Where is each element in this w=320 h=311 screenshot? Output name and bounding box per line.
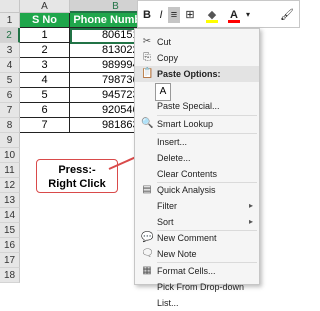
- align-center-button[interactable]: ≡: [168, 7, 180, 23]
- table-cell-sno[interactable]: 5: [20, 88, 70, 103]
- row-header[interactable]: 16: [0, 238, 20, 253]
- menu-item-quick-analysis[interactable]: ▤ Quick Analysis: [135, 182, 259, 198]
- menu-item-label: Sort: [157, 217, 174, 227]
- row-header[interactable]: 18: [0, 268, 20, 283]
- callout-line-2: Right Click: [48, 178, 106, 190]
- format-cells-icon: ▦: [142, 265, 152, 276]
- mini-toolbar: B I ≡ ⊞ ◆ A ▾ 🖌: [137, 0, 300, 28]
- table-cell-sno[interactable]: 7: [20, 118, 70, 133]
- clipboard-icon: 📋: [141, 68, 154, 79]
- row-header[interactable]: 12: [0, 178, 20, 193]
- menu-item-label: Format Cells...: [157, 266, 216, 276]
- chevron-right-icon: ▸: [248, 201, 253, 210]
- callout-line-1: Press:-: [58, 164, 96, 176]
- row-header[interactable]: 9: [0, 133, 20, 148]
- table-cell-sno[interactable]: 1: [20, 28, 70, 43]
- fill-color-swatch: [206, 20, 218, 23]
- menu-item-label: Insert...: [157, 137, 188, 147]
- row-header[interactable]: 8: [0, 118, 20, 133]
- menu-group-paste-options: 📋 Paste Options:: [135, 66, 259, 82]
- select-all-corner[interactable]: [0, 0, 20, 13]
- note-icon: 🗨: [141, 248, 154, 259]
- menu-item-delete[interactable]: Delete...: [135, 150, 259, 166]
- menu-item-pick-from-dropdown[interactable]: Pick From Drop-down List...: [135, 279, 259, 308]
- row-header[interactable]: 10: [0, 148, 20, 163]
- row-header[interactable]: 17: [0, 253, 20, 268]
- row-header[interactable]: 3: [0, 43, 20, 58]
- search-icon: 🔍: [141, 118, 154, 129]
- menu-item-label: New Comment: [157, 233, 217, 243]
- header-sno[interactable]: S No: [20, 13, 70, 28]
- chevron-down-icon[interactable]: ▾: [242, 7, 254, 23]
- table-cell-sno[interactable]: 3: [20, 58, 70, 73]
- row-header[interactable]: 2: [0, 28, 20, 43]
- scissors-icon: ✂: [142, 36, 152, 47]
- menu-item-label: Quick Analysis: [157, 185, 216, 195]
- menu-item-label: Cut: [157, 37, 172, 47]
- row-header[interactable]: 4: [0, 58, 20, 73]
- row-header[interactable]: 5: [0, 73, 20, 88]
- menu-item-label: Smart Lookup: [157, 119, 214, 129]
- row-header[interactable]: 13: [0, 193, 20, 208]
- format-painter-icon[interactable]: 🖌: [280, 7, 294, 23]
- font-color-swatch: [228, 20, 240, 23]
- menu-item-new-note[interactable]: 🗨 New Note: [135, 246, 259, 262]
- italic-button[interactable]: I: [155, 7, 167, 23]
- borders-button[interactable]: ⊞: [184, 7, 196, 23]
- column-header-a[interactable]: A: [20, 0, 70, 13]
- row-header[interactable]: 14: [0, 208, 20, 223]
- bold-button[interactable]: B: [141, 7, 153, 23]
- context-menu: ✂ Cut ⎘ Copy 📋 Paste Options: A Paste Sp…: [134, 28, 260, 308]
- chevron-right-icon: ▸: [248, 217, 253, 226]
- menu-item-label: Paste Special...: [157, 101, 220, 111]
- menu-item-insert[interactable]: Insert...: [135, 134, 259, 150]
- menu-item-label: Delete...: [157, 153, 191, 163]
- menu-item-filter[interactable]: Filter ▸: [135, 198, 259, 214]
- copy-icon: ⎘: [143, 52, 151, 63]
- comment-icon: 💬: [141, 232, 154, 243]
- menu-item-label: New Note: [157, 249, 197, 259]
- menu-group-label: Paste Options:: [157, 69, 221, 79]
- table-cell-sno[interactable]: 4: [20, 73, 70, 88]
- menu-item-label: Copy: [157, 53, 179, 63]
- table-cell-sno[interactable]: 6: [20, 103, 70, 118]
- table-cell-sno[interactable]: 2: [20, 43, 70, 58]
- menu-item-clear-contents[interactable]: Clear Contents: [135, 166, 259, 182]
- row-header[interactable]: 15: [0, 223, 20, 238]
- menu-item-copy[interactable]: ⎘ Copy: [135, 50, 259, 66]
- menu-item-label: Filter: [157, 201, 177, 211]
- menu-item-label: Clear Contents: [157, 169, 218, 179]
- row-header[interactable]: 7: [0, 103, 20, 118]
- menu-item-format-cells[interactable]: ▦ Format Cells...: [135, 263, 259, 279]
- row-header[interactable]: 1: [0, 13, 20, 28]
- menu-item-label: Pick From Drop-down List...: [157, 282, 245, 308]
- annotation-callout: Press:- Right Click: [36, 139, 174, 193]
- menu-item-paste-special[interactable]: Paste Special...: [135, 98, 259, 114]
- row-header[interactable]: 11: [0, 163, 20, 178]
- menu-item-new-comment[interactable]: 💬 New Comment: [135, 230, 259, 246]
- menu-item-sort[interactable]: Sort ▸: [135, 214, 259, 230]
- menu-item-smart-lookup[interactable]: 🔍 Smart Lookup: [135, 116, 259, 132]
- quick-analysis-icon: ▤: [142, 184, 152, 195]
- menu-item-cut[interactable]: ✂ Cut: [135, 34, 259, 50]
- row-header[interactable]: 6: [0, 88, 20, 103]
